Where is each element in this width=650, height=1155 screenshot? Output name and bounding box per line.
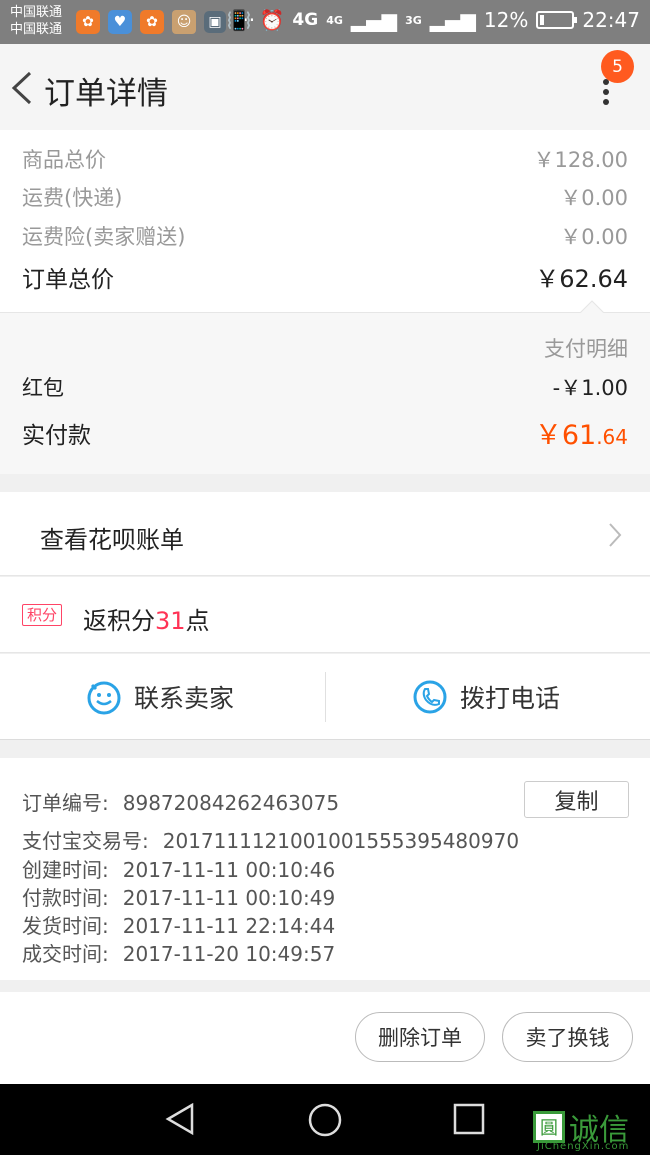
redpacket-row: 红包 -￥1.00 (22, 372, 628, 402)
payment-detail-heading: 支付明细 (544, 337, 628, 361)
copy-button[interactable]: 复制 (524, 781, 629, 818)
actual-paid-row: 实付款 ￥61.64 (22, 413, 628, 452)
paid-time-row: 付款时间: 2017-11-11 00:10:49 (22, 882, 335, 911)
phone-icon (413, 680, 447, 714)
price-summary: 商品总价 ￥128.00 运费(快递) ￥0.00 运费险(卖家赠送) ￥0.0… (0, 130, 650, 312)
closed-time-row: 成交时间: 2017-11-20 10:49:57 (22, 938, 335, 967)
order-number-row: 订单编号: 89872084262463075 (22, 787, 339, 816)
signal-icon: ▂▄▆ (350, 8, 398, 32)
order-info: 订单编号: 89872084262463075 复制 支付宝交易号: 2017111… (0, 758, 650, 980)
divider (325, 672, 326, 722)
shipped-time-row: 发货时间: 2017-11-11 22:14:44 (22, 910, 335, 939)
points-text: 返积分31点 (83, 601, 210, 636)
clock: 22:47 (582, 8, 640, 32)
points-row: 积分 返积分31点 (0, 577, 650, 653)
payment-detail: 支付明细 红包 -￥1.00 实付款 ￥61.64 (0, 312, 650, 474)
action-bar: 删除订单 卖了换钱 (0, 992, 650, 1084)
paid-time-value: 2017-11-11 00:10:49 (122, 886, 336, 910)
actual-paid-value: ￥61.64 (535, 413, 628, 452)
closed-time-label: 成交时间: (22, 942, 109, 966)
status-bar: 中国联通 中国联通 ✿ ♥ ✿ ☺ ▣ ··· 📳 ⏰ 4G 4G ▂▄▆ 3G… (0, 0, 650, 44)
alarm-icon: ⏰ (259, 8, 285, 32)
actual-paid-integer: ￥61 (534, 420, 597, 451)
order-total-value: ￥62.64 (535, 265, 628, 293)
carrier-info: 中国联通 中国联通 (10, 4, 62, 38)
alipay-trade-value: 2017111121001001555395480970 (162, 829, 520, 853)
goods-total-value: ￥128.00 (533, 148, 628, 172)
huabei-bill-label: 查看花呗账单 (40, 526, 184, 554)
redpacket-label: 红包 (22, 376, 64, 400)
shipping-value: ￥0.00 (560, 186, 628, 210)
network-type-3: 3G (405, 13, 422, 27)
network-type-1: 4G (292, 10, 319, 30)
shipping-row: 运费(快递) ￥0.00 (22, 182, 628, 212)
page-title: 订单详情 (44, 76, 168, 112)
insurance-row: 运费险(卖家赠送) ￥0.00 (22, 221, 628, 251)
call-phone-button[interactable]: 拨打电话 (412, 654, 560, 740)
status-right: 📳 ⏰ 4G 4G ▂▄▆ 3G ▂▄▆ 12% 22:47 (227, 8, 640, 32)
network-type-2: 4G (326, 13, 343, 27)
order-number-value: 89872084262463075 (122, 791, 340, 815)
signal-icon-2: ▂▄▆ (429, 8, 476, 32)
points-suffix: 点 (185, 607, 210, 635)
order-number-label: 订单编号: (22, 791, 109, 815)
uc-browser-icon: ✿ (76, 10, 100, 34)
points-tag: 积分 (22, 604, 63, 626)
uc-browser-icon-2: ✿ (140, 10, 164, 34)
sell-for-cash-button[interactable]: 卖了换钱 (502, 1012, 633, 1062)
actual-paid-decimal: .64 (596, 425, 628, 449)
app-header: 订单详情 5 (0, 44, 650, 130)
insurance-label: 运费险(卖家赠送) (22, 225, 186, 249)
alipay-trade-label: 支付宝交易号: (22, 829, 149, 853)
contact-seller-button[interactable]: 联系卖家 (86, 654, 234, 740)
points-number: 31 (155, 607, 186, 635)
battery-percent: 12% (483, 8, 529, 32)
nav-back-icon[interactable] (164, 1102, 198, 1136)
points-prefix: 返积分 (83, 607, 155, 635)
call-phone-label: 拨打电话 (460, 684, 561, 713)
carrier-2: 中国联通 (10, 22, 63, 37)
redpacket-value: -￥1.00 (552, 376, 628, 400)
delete-order-button[interactable]: 删除订单 (355, 1012, 485, 1062)
order-total-label: 订单总价 (22, 266, 114, 293)
carrier-1: 中国联通 (10, 5, 63, 20)
watermark-url: JiChengXin.com (537, 1141, 630, 1152)
chat-smile-icon (87, 681, 121, 715)
gallery-icon: ▣ (204, 11, 226, 33)
nav-home-icon[interactable] (307, 1102, 343, 1138)
contact-bar: 联系卖家 拨打电话 (0, 654, 650, 740)
nav-recents-icon[interactable] (452, 1102, 486, 1136)
huabei-bill-link[interactable]: 查看花呗账单 (0, 492, 650, 576)
notification-badge: 5 (601, 50, 634, 83)
vibrate-icon: 📳 (226, 8, 252, 32)
order-total-row: 订单总价 ￥62.64 (22, 259, 628, 294)
alipay-trade-row: 支付宝交易号: 2017111121001001555395480970 (22, 825, 519, 854)
created-time-label: 创建时间: (22, 858, 109, 882)
chevron-right-icon (609, 523, 622, 547)
shipping-label: 运费(快递) (22, 186, 123, 210)
battery-icon (536, 11, 578, 29)
contact-seller-label: 联系卖家 (134, 684, 235, 713)
health-app-icon: ♥ (108, 10, 132, 34)
avatar-notification-icon: ☺ (172, 10, 196, 34)
insurance-value: ￥0.00 (560, 225, 628, 249)
shipped-time-label: 发货时间: (22, 914, 109, 938)
actual-paid-label: 实付款 (22, 422, 91, 449)
battery-fill (540, 15, 545, 25)
watermark-logo-icon: 圓 (533, 1111, 565, 1143)
back-arrow-icon[interactable] (8, 70, 38, 106)
payment-detail-heading-row: 支付明细 (22, 333, 628, 363)
caret-up-icon (580, 300, 604, 313)
goods-total-label: 商品总价 (22, 148, 106, 172)
goods-total-row: 商品总价 ￥128.00 (22, 144, 628, 174)
paid-time-label: 付款时间: (22, 886, 109, 910)
created-time-value: 2017-11-11 00:10:46 (122, 858, 336, 882)
closed-time-value: 2017-11-20 10:49:57 (122, 942, 336, 966)
shipped-time-value: 2017-11-11 22:14:44 (122, 914, 336, 938)
created-time-row: 创建时间: 2017-11-11 00:10:46 (22, 854, 335, 883)
